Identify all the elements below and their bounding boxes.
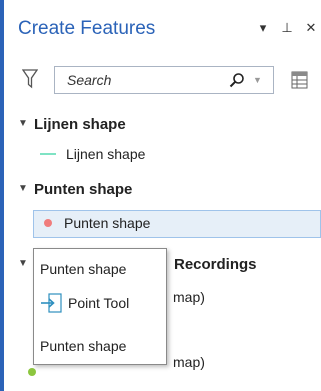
point-symbol-icon bbox=[44, 219, 52, 227]
close-icon[interactable]: ✕ bbox=[304, 20, 318, 36]
window-controls: ▾ ⊥ ✕ bbox=[256, 20, 318, 36]
popup-title: Punten shape bbox=[40, 261, 127, 277]
pane-menu-chevron-icon[interactable]: ▾ bbox=[256, 20, 270, 36]
point-symbol-icon bbox=[28, 368, 36, 376]
filter-icon[interactable] bbox=[22, 69, 38, 89]
point-tool-label: Point Tool bbox=[68, 295, 130, 311]
template-tooltip-popup: Punten shape Point Tool Punten shape bbox=[33, 248, 167, 365]
search-icon[interactable] bbox=[229, 72, 245, 88]
template-item-recording[interactable]: map) bbox=[173, 289, 205, 305]
template-label: map) bbox=[173, 354, 205, 370]
group-label: Punten shape bbox=[34, 181, 133, 198]
pane-title: Create Features bbox=[18, 18, 156, 39]
line-symbol-icon bbox=[40, 153, 56, 155]
popup-subtitle: Punten shape bbox=[40, 338, 127, 354]
search-input[interactable] bbox=[67, 72, 217, 88]
point-tool-button[interactable]: Point Tool bbox=[40, 293, 129, 313]
template-label: Punten shape bbox=[64, 215, 151, 231]
search-options-chevron-icon[interactable]: ▼ bbox=[253, 75, 262, 85]
pane-accent-bar bbox=[0, 0, 4, 391]
group-header-lijnen[interactable]: ▼ Lijnen shape bbox=[18, 116, 126, 133]
search-box[interactable]: ▼ bbox=[54, 66, 274, 94]
group-label: Recordings bbox=[174, 256, 257, 273]
template-label: Lijnen shape bbox=[66, 146, 146, 162]
chevron-down-icon[interactable]: ▼ bbox=[18, 118, 30, 129]
pin-icon[interactable]: ⊥ bbox=[280, 20, 294, 36]
template-item-punten[interactable]: Punten shape bbox=[44, 215, 150, 231]
template-item-lijnen[interactable]: Lijnen shape bbox=[40, 146, 145, 162]
chevron-down-icon[interactable]: ▼ bbox=[18, 258, 30, 269]
group-header-punten[interactable]: ▼ Punten shape bbox=[18, 181, 132, 198]
group-label: Lijnen shape bbox=[34, 116, 126, 133]
point-tool-icon bbox=[41, 293, 62, 313]
template-label: map) bbox=[173, 289, 205, 305]
table-icon[interactable] bbox=[291, 71, 308, 89]
template-item-recording[interactable]: map) bbox=[173, 354, 205, 370]
chevron-down-icon[interactable]: ▼ bbox=[18, 183, 30, 194]
